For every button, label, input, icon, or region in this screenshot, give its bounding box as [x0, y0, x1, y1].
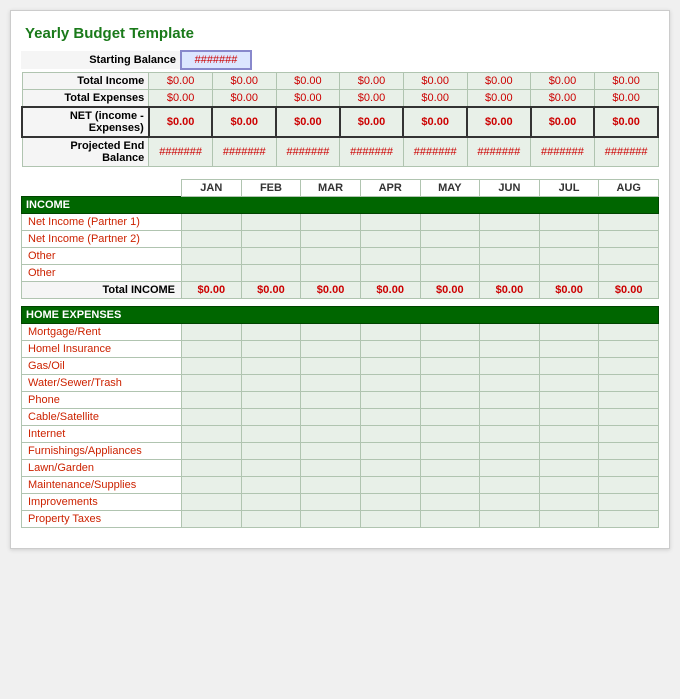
projected-end-label: Projected End Balance	[22, 137, 149, 167]
list-item: Water/Sewer/Trash	[22, 375, 659, 392]
list-item: Improvements	[22, 494, 659, 511]
month-mar: MAR	[301, 180, 361, 197]
net-label: NET (income - Expenses)	[22, 107, 149, 137]
list-item: Mortgage/Rent	[22, 324, 659, 341]
list-item: Lawn/Garden	[22, 460, 659, 477]
list-item: Property Taxes	[22, 511, 659, 528]
month-jan: JAN	[182, 180, 242, 197]
list-item: Gas/Oil	[22, 358, 659, 375]
list-item: Internet	[22, 426, 659, 443]
list-item: Maintenance/Supplies	[22, 477, 659, 494]
income-section-header: INCOME	[22, 197, 659, 214]
month-header-row: JAN FEB MAR APR MAY JUN JUL AUG	[22, 180, 659, 197]
month-apr: APR	[360, 180, 420, 197]
month-jun: JUN	[480, 180, 540, 197]
total-expenses-label: Total Expenses	[22, 90, 149, 108]
starting-balance-value[interactable]: #######	[181, 51, 251, 69]
month-jul: JUL	[539, 180, 599, 197]
list-item: Homel Insurance	[22, 341, 659, 358]
month-feb: FEB	[241, 180, 301, 197]
list-item: Phone	[22, 392, 659, 409]
list-item: Other	[22, 265, 659, 282]
month-aug: AUG	[599, 180, 659, 197]
page-title: Yearly Budget Template	[21, 21, 659, 50]
total-income-label: Total Income	[22, 73, 149, 90]
total-income-row: Total INCOME $0.00 $0.00 $0.00 $0.00 $0.…	[22, 282, 659, 299]
list-item: Net Income (Partner 1)	[22, 214, 659, 231]
list-item: Furnishings/Appliances	[22, 443, 659, 460]
list-item: Net Income (Partner 2)	[22, 231, 659, 248]
spreadsheet-container: Yearly Budget Template Starting Balance …	[10, 10, 670, 549]
starting-balance-label: Starting Balance	[21, 51, 181, 69]
total-income-jan: $0.00	[149, 73, 213, 90]
list-item: Cable/Satellite	[22, 409, 659, 426]
home-expenses-section-header: HOME EXPENSES	[22, 307, 659, 324]
month-may: MAY	[420, 180, 480, 197]
list-item: Other	[22, 248, 659, 265]
